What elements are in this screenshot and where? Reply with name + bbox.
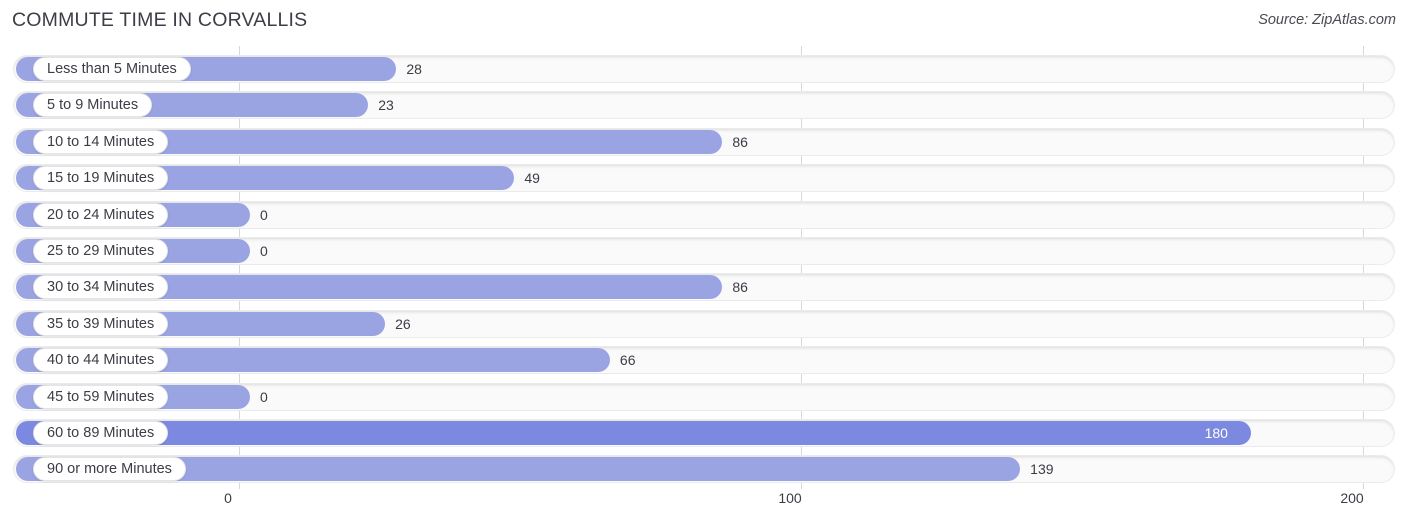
x-tick-label: 0 xyxy=(224,490,232,506)
bar-value-label: 86 xyxy=(732,279,748,296)
bar-value-label: 23 xyxy=(378,97,394,114)
bar-category-label: 60 to 89 Minutes xyxy=(33,421,169,445)
bar-value-label: 180 xyxy=(1204,425,1228,441)
bar-row[interactable]: 60 to 89 Minutes 180 xyxy=(13,419,1395,447)
bar-value-label: 28 xyxy=(406,61,422,77)
bar-category-label: 45 to 59 Minutes xyxy=(33,384,169,409)
bar-value-label: 86 xyxy=(732,133,748,150)
bar-row[interactable]: 40 to 44 Minutes 66 xyxy=(13,346,1395,375)
bar-category-label: 15 to 19 Minutes xyxy=(33,166,169,191)
bar-value-label: 49 xyxy=(524,170,540,187)
bar-category-label: 20 to 24 Minutes xyxy=(33,202,169,227)
bar-category-label: 90 or more Minutes xyxy=(33,457,186,482)
bar-value-label: 139 xyxy=(1030,461,1054,478)
bar-value-label: 26 xyxy=(395,315,411,332)
chart-plot-area: Less than 5 Minutes 28 5 to 9 Minutes 23 10 … xyxy=(0,46,1406,489)
x-tick-label: 100 xyxy=(778,490,802,506)
x-tick-label: 200 xyxy=(1340,490,1364,506)
chart-header: COMMUTE TIME IN CORVALLIS Source: ZipAtl… xyxy=(0,0,1406,46)
bar-value-label: 0 xyxy=(260,243,268,259)
bar-row[interactable]: 90 or more Minutes 139 xyxy=(13,455,1395,484)
x-axis: 0 100 200 xyxy=(0,489,1406,523)
bar-category-label: 10 to 14 Minutes xyxy=(33,129,169,154)
bar-category-label: 30 to 34 Minutes xyxy=(33,275,169,300)
source-attribution: Source: ZipAtlas.com xyxy=(1258,12,1396,28)
bar-value-label: 0 xyxy=(260,388,268,405)
bar-category-label: 25 to 29 Minutes xyxy=(33,239,169,263)
bar-value-label: 66 xyxy=(619,352,636,369)
bar-rows: Less than 5 Minutes 28 5 to 9 Minutes 23 10 … xyxy=(0,46,1406,489)
bar-row[interactable]: 25 to 29 Minutes 0 xyxy=(13,237,1395,265)
bar-category-label: Less than 5 Minutes xyxy=(33,57,191,81)
bar-row[interactable]: 10 to 14 Minutes 86 xyxy=(13,127,1395,156)
bar-row[interactable]: 30 to 34 Minutes 86 xyxy=(13,273,1395,302)
bar-row[interactable]: Less than 5 Minutes 28 xyxy=(13,55,1395,83)
bar-row[interactable]: 15 to 19 Minutes 49 xyxy=(13,164,1395,193)
bar-category-label: 35 to 39 Minutes xyxy=(33,311,169,336)
bar-category-label: 5 to 9 Minutes xyxy=(33,93,153,118)
page-title: COMMUTE TIME IN CORVALLIS xyxy=(12,9,308,31)
bar-row[interactable]: 5 to 9 Minutes 23 xyxy=(13,91,1395,120)
bar[interactable] xyxy=(16,421,1251,445)
bar-row[interactable]: 35 to 39 Minutes 26 xyxy=(13,309,1395,338)
bar-category-label: 40 to 44 Minutes xyxy=(33,348,169,373)
bar-row[interactable]: 45 to 59 Minutes 0 xyxy=(13,382,1395,411)
bar-value-label: 0 xyxy=(260,206,268,223)
bar-row[interactable]: 20 to 24 Minutes 0 xyxy=(13,200,1395,229)
